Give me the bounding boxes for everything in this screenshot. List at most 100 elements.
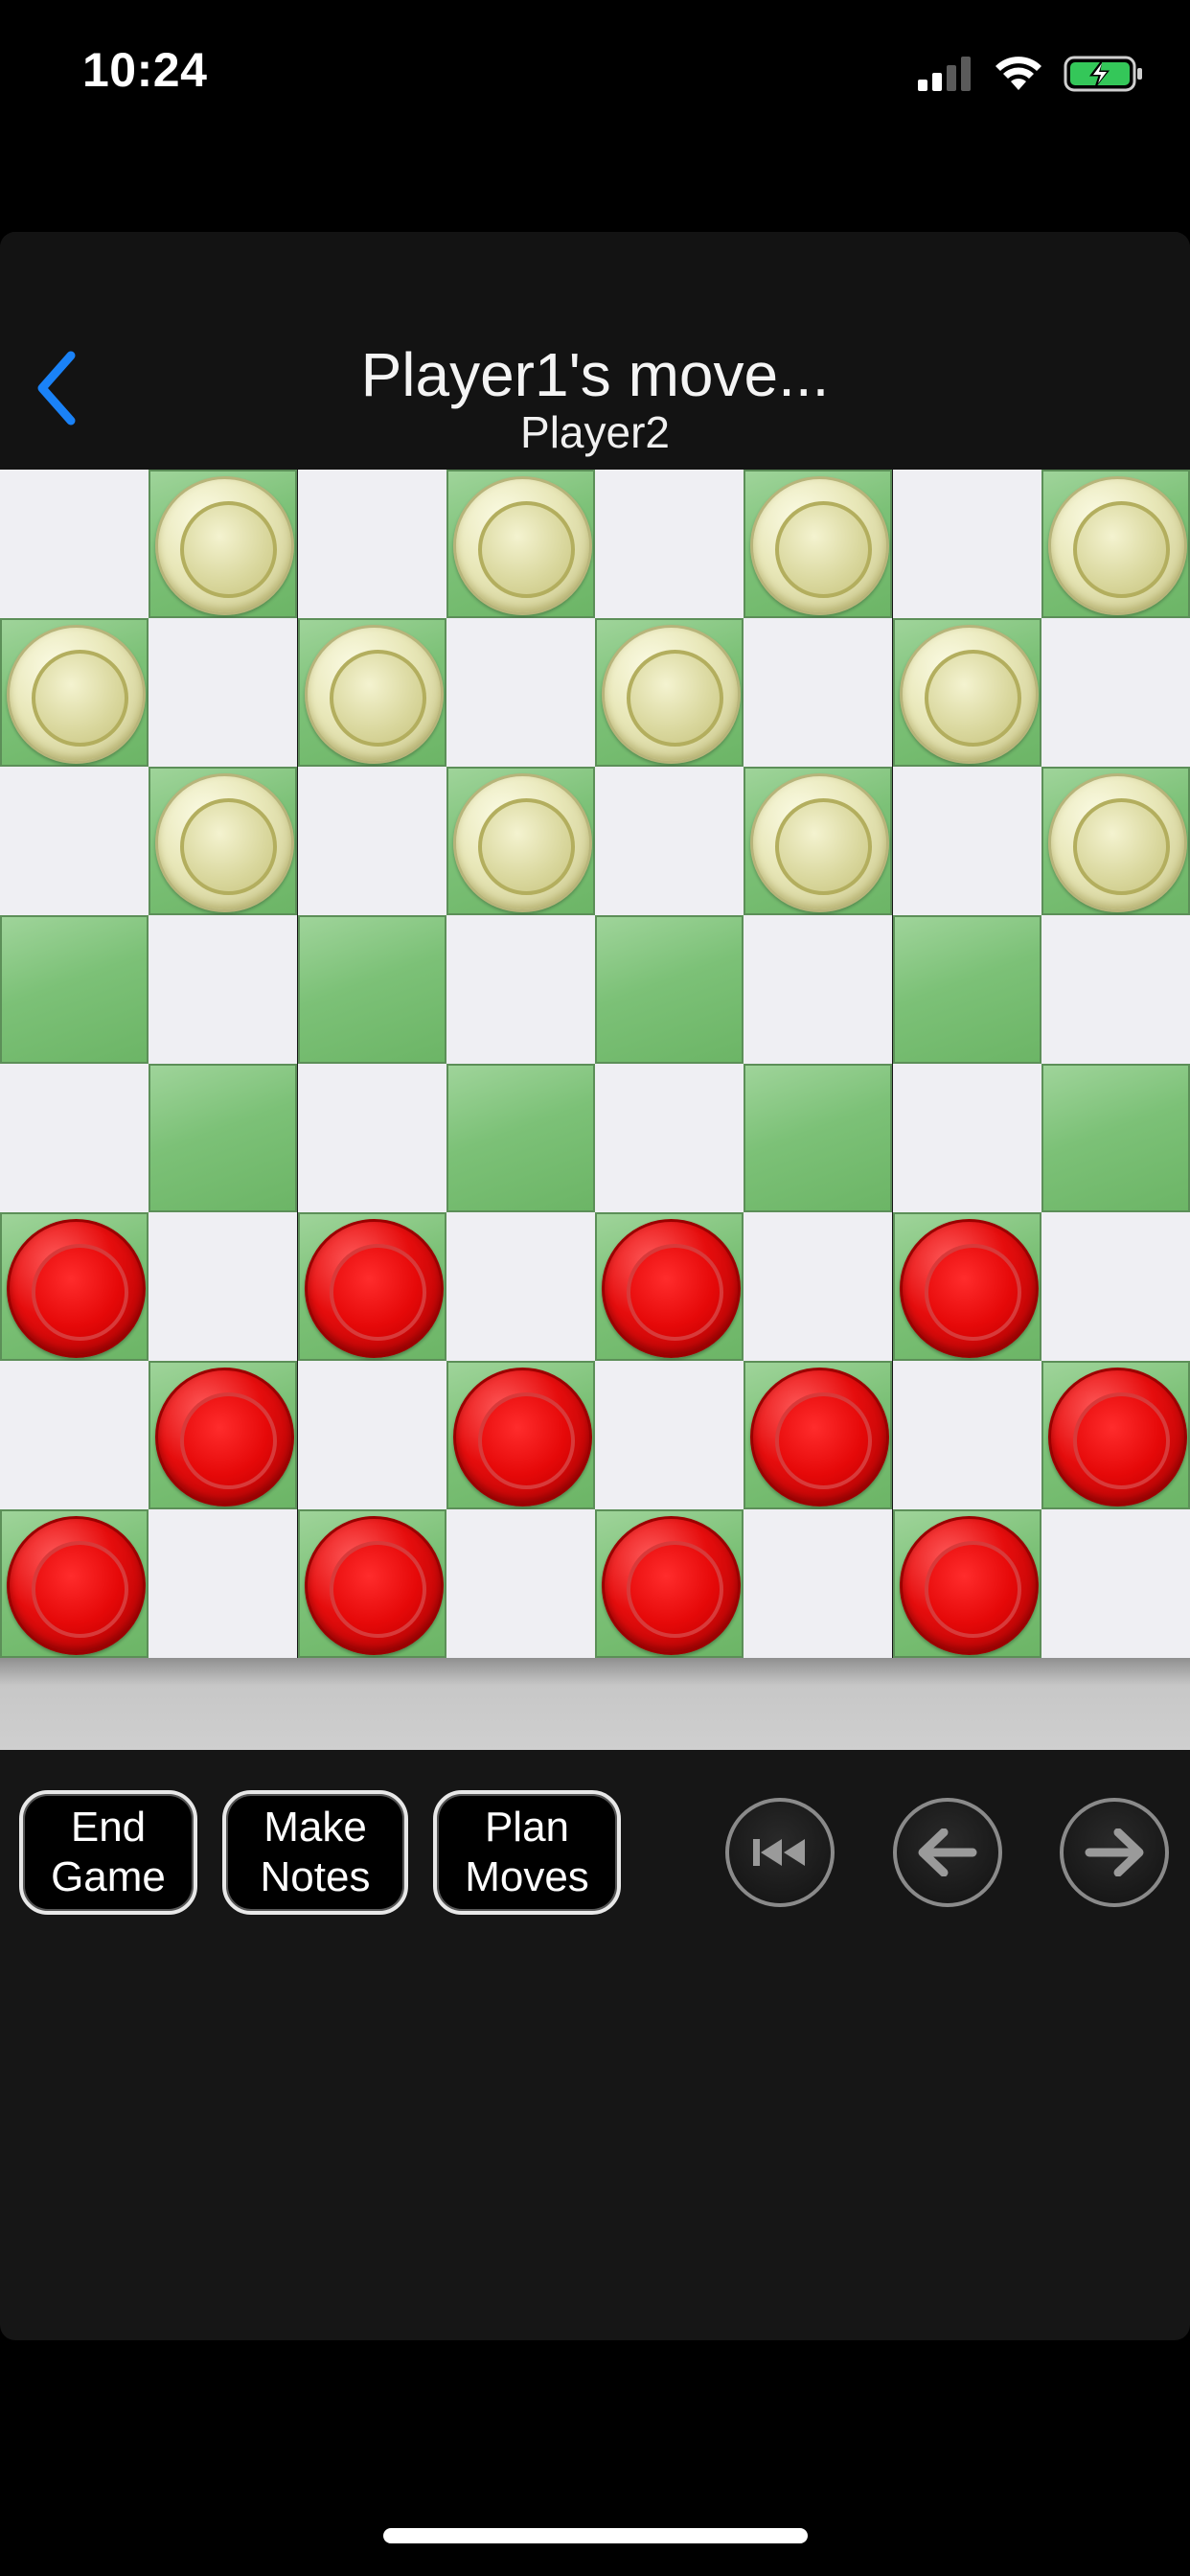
board-square[interactable]	[446, 618, 595, 767]
cream-checker-piece[interactable]	[452, 773, 592, 912]
board-square[interactable]	[446, 767, 595, 915]
board-square[interactable]	[595, 1064, 744, 1212]
cream-checker-piece[interactable]	[750, 476, 890, 615]
board-square[interactable]	[149, 470, 298, 618]
board-square[interactable]	[1041, 767, 1190, 915]
wifi-icon	[995, 57, 1041, 90]
red-checker-piece[interactable]	[602, 1219, 741, 1358]
red-checker-piece[interactable]	[304, 1516, 444, 1655]
board-square[interactable]	[0, 618, 149, 767]
board-square[interactable]	[0, 470, 149, 618]
board-square[interactable]	[744, 470, 893, 618]
red-checker-piece[interactable]	[602, 1516, 741, 1655]
cream-checker-piece[interactable]	[304, 625, 444, 764]
board-square[interactable]	[744, 767, 893, 915]
cream-checker-piece[interactable]	[602, 625, 741, 764]
board-square[interactable]	[0, 1064, 149, 1212]
board-square[interactable]	[446, 470, 595, 618]
first-move-button[interactable]	[725, 1798, 835, 1907]
board-square[interactable]	[1041, 1509, 1190, 1658]
board-square[interactable]	[149, 1509, 298, 1658]
board-square[interactable]	[892, 1212, 1041, 1361]
board-square[interactable]	[892, 1064, 1041, 1212]
board-square[interactable]	[446, 1509, 595, 1658]
red-checker-piece[interactable]	[899, 1516, 1039, 1655]
board-square[interactable]	[1041, 618, 1190, 767]
board-square[interactable]	[1041, 1361, 1190, 1509]
board-square[interactable]	[744, 1509, 893, 1658]
board-square[interactable]	[0, 1509, 149, 1658]
checkers-board[interactable]	[0, 470, 1190, 1658]
board-square[interactable]	[297, 767, 446, 915]
previous-move-button[interactable]	[893, 1798, 1002, 1907]
board-square[interactable]	[297, 618, 446, 767]
board-square[interactable]	[744, 915, 893, 1064]
board-square[interactable]	[297, 1212, 446, 1361]
board-square[interactable]	[446, 1064, 595, 1212]
board-square[interactable]	[446, 915, 595, 1064]
board-square[interactable]	[892, 1509, 1041, 1658]
cream-checker-piece[interactable]	[7, 625, 146, 764]
board-square[interactable]	[595, 1361, 744, 1509]
plan-moves-label-line2: Moves	[465, 1853, 589, 1900]
board-square[interactable]	[0, 1361, 149, 1509]
board-square[interactable]	[0, 915, 149, 1064]
red-checker-piece[interactable]	[7, 1219, 146, 1358]
board-square[interactable]	[297, 470, 446, 618]
red-checker-piece[interactable]	[155, 1368, 295, 1506]
cream-checker-piece[interactable]	[899, 625, 1039, 764]
game-controls: End Game Make Notes Plan Moves	[0, 1750, 1190, 1990]
board-square[interactable]	[892, 767, 1041, 915]
red-checker-piece[interactable]	[7, 1516, 146, 1655]
red-checker-piece[interactable]	[452, 1368, 592, 1506]
board-square[interactable]	[595, 1509, 744, 1658]
arrow-right-icon	[1085, 1828, 1144, 1876]
end-game-button[interactable]: End Game	[19, 1790, 197, 1915]
board-square[interactable]	[149, 1361, 298, 1509]
board-square[interactable]	[1041, 470, 1190, 618]
cream-checker-piece[interactable]	[155, 476, 295, 615]
board-square[interactable]	[892, 1361, 1041, 1509]
red-checker-piece[interactable]	[899, 1219, 1039, 1358]
board-square[interactable]	[149, 1064, 298, 1212]
cream-checker-piece[interactable]	[750, 773, 890, 912]
board-square[interactable]	[446, 1212, 595, 1361]
cream-checker-piece[interactable]	[1047, 476, 1187, 615]
cream-checker-piece[interactable]	[155, 773, 295, 912]
board-square[interactable]	[446, 1361, 595, 1509]
board-square[interactable]	[595, 1212, 744, 1361]
board-square[interactable]	[892, 470, 1041, 618]
red-checker-piece[interactable]	[304, 1219, 444, 1358]
cream-checker-piece[interactable]	[1047, 773, 1187, 912]
board-square[interactable]	[744, 1361, 893, 1509]
red-checker-piece[interactable]	[750, 1368, 890, 1506]
board-square[interactable]	[297, 1361, 446, 1509]
board-square[interactable]	[595, 915, 744, 1064]
next-move-button[interactable]	[1060, 1798, 1169, 1907]
board-square[interactable]	[149, 618, 298, 767]
board-square[interactable]	[149, 767, 298, 915]
board-square[interactable]	[297, 1509, 446, 1658]
board-square[interactable]	[0, 1212, 149, 1361]
board-square[interactable]	[1041, 915, 1190, 1064]
make-notes-button[interactable]: Make Notes	[222, 1790, 408, 1915]
plan-moves-button[interactable]: Plan Moves	[433, 1790, 621, 1915]
board-square[interactable]	[892, 618, 1041, 767]
board-square[interactable]	[595, 618, 744, 767]
red-checker-piece[interactable]	[1047, 1368, 1187, 1506]
board-square[interactable]	[744, 1064, 893, 1212]
board-square[interactable]	[149, 915, 298, 1064]
board-square[interactable]	[1041, 1212, 1190, 1361]
board-square[interactable]	[744, 618, 893, 767]
board-square[interactable]	[595, 470, 744, 618]
home-indicator[interactable]	[383, 2528, 808, 2543]
board-square[interactable]	[0, 767, 149, 915]
board-square[interactable]	[1041, 1064, 1190, 1212]
board-square[interactable]	[595, 767, 744, 915]
board-square[interactable]	[744, 1212, 893, 1361]
board-square[interactable]	[149, 1212, 298, 1361]
board-square[interactable]	[297, 1064, 446, 1212]
board-square[interactable]	[297, 915, 446, 1064]
board-square[interactable]	[892, 915, 1041, 1064]
cream-checker-piece[interactable]	[452, 476, 592, 615]
